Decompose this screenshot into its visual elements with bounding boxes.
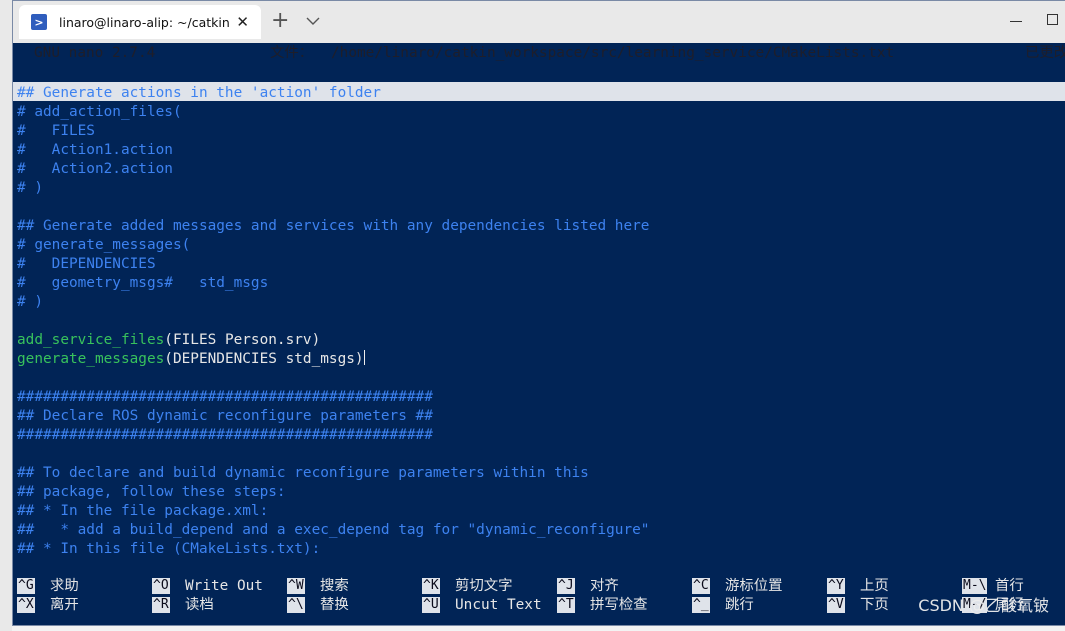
- chevron-down-icon[interactable]: [305, 13, 321, 29]
- shortcut-key: ^G: [17, 578, 35, 594]
- code-line: # ): [17, 180, 43, 196]
- minimize-button[interactable]: [1010, 21, 1022, 22]
- code-line: ########################################…: [17, 427, 433, 443]
- maximize-button[interactable]: [1047, 14, 1058, 25]
- code-line: ## * add a build_depend and a exec_depen…: [17, 522, 650, 538]
- code-line: # Action1.action: [17, 142, 173, 158]
- cmake-command: add_service_files: [17, 332, 165, 348]
- code-line: # geometry_msgs# std_msgs: [17, 275, 269, 291]
- code-line: # DEPENDENCIES: [17, 256, 156, 272]
- code-line: # FILES: [17, 123, 95, 139]
- modified-status: 已更改: [1025, 45, 1065, 61]
- shortcut-key: ^\: [287, 597, 305, 613]
- cmake-args: (DEPENDENCIES std_msgs): [164, 351, 364, 367]
- shortcut-label: 下页: [860, 597, 889, 613]
- new-tab-button[interactable]: +: [271, 10, 289, 32]
- code-line: add_service_files(FILES Person.srv): [17, 331, 320, 350]
- powershell-icon: >: [31, 14, 47, 30]
- code-line: # generate_messages(: [17, 237, 191, 253]
- shortcut-key: ^Y: [827, 578, 845, 594]
- nano-version: GNU nano 2.7.4: [34, 45, 156, 61]
- background-window-strip: [0, 0, 12, 631]
- code-line: ########################################…: [17, 389, 433, 405]
- code-line: ## To declare and build dynamic reconfig…: [17, 465, 589, 481]
- shortcut-key: ^T: [557, 597, 575, 613]
- file-label: 文件：: [270, 45, 314, 61]
- code-line: # Action2.action: [17, 161, 173, 177]
- shortcut-key: ^C: [692, 578, 710, 594]
- shortcut-label: 拼写检查: [590, 597, 648, 613]
- code-line: ## Generate added messages and services …: [17, 218, 650, 234]
- watermark: CSDN @乙酸氧铍: [918, 596, 1049, 615]
- shortcut-key: ^X: [17, 597, 35, 613]
- cmake-command: generate_messages: [17, 351, 165, 367]
- shortcut-key: ^K: [422, 578, 440, 594]
- terminal-tab[interactable]: > linaro@linaro-alip: ~/catkin_wo ✕: [19, 5, 261, 39]
- shortcut-label: 上页: [860, 578, 889, 594]
- code-line: ## * In the file package.xml:: [17, 503, 269, 519]
- shortcut-key: ^U: [422, 597, 440, 613]
- shortcut-label: Uncut Text: [455, 597, 542, 613]
- text-cursor: [363, 350, 365, 365]
- tab-title: linaro@linaro-alip: ~/catkin_wo: [59, 14, 229, 30]
- shortcut-label: 读档: [185, 597, 214, 613]
- shortcut-label: 游标位置: [725, 578, 783, 594]
- code-line: ## * In this file (CMakeLists.txt):: [17, 541, 321, 557]
- shortcut-label: 剪切文字: [455, 578, 513, 594]
- code-line: # add_action_files(: [17, 104, 182, 120]
- cmake-args: (FILES Person.srv): [164, 332, 321, 348]
- code-line: ## Generate actions in the 'action' fold…: [17, 85, 381, 101]
- shortcut-label: Write Out: [185, 578, 263, 594]
- shortcut-label: 搜索: [320, 578, 349, 594]
- close-tab-icon[interactable]: ✕: [236, 13, 249, 31]
- tab-bar: > linaro@linaro-alip: ~/catkin_wo ✕ +: [13, 1, 1065, 43]
- code-line: # ): [17, 294, 43, 310]
- shortcut-label: 求助: [50, 578, 79, 594]
- code-line: generate_messages(DEPENDENCIES std_msgs): [17, 350, 365, 369]
- shortcut-label: 替换: [320, 597, 349, 613]
- code-line: ## package, follow these steps:: [17, 484, 286, 500]
- shortcut-key: ^R: [152, 597, 170, 613]
- file-path: /home/linaro/catkin_workspace/src/learni…: [331, 45, 895, 61]
- terminal-content[interactable]: GNU nano 2.7.4 文件： /home/linaro/catkin_w…: [13, 44, 1065, 625]
- shortcut-label: 离开: [50, 597, 79, 613]
- shortcut-key: ^J: [557, 578, 575, 594]
- shortcut-label: 对齐: [590, 578, 619, 594]
- shortcut-key: ^V: [827, 597, 845, 613]
- shortcut-key: ^_: [692, 597, 710, 613]
- shortcut-label: 跳行: [725, 597, 754, 613]
- code-line: ## Declare ROS dynamic reconfigure param…: [17, 408, 433, 424]
- shortcut-key: ^O: [152, 578, 170, 594]
- shortcut-key: ^W: [287, 578, 305, 594]
- terminal-window[interactable]: > linaro@linaro-alip: ~/catkin_wo ✕ + GN…: [12, 0, 1065, 626]
